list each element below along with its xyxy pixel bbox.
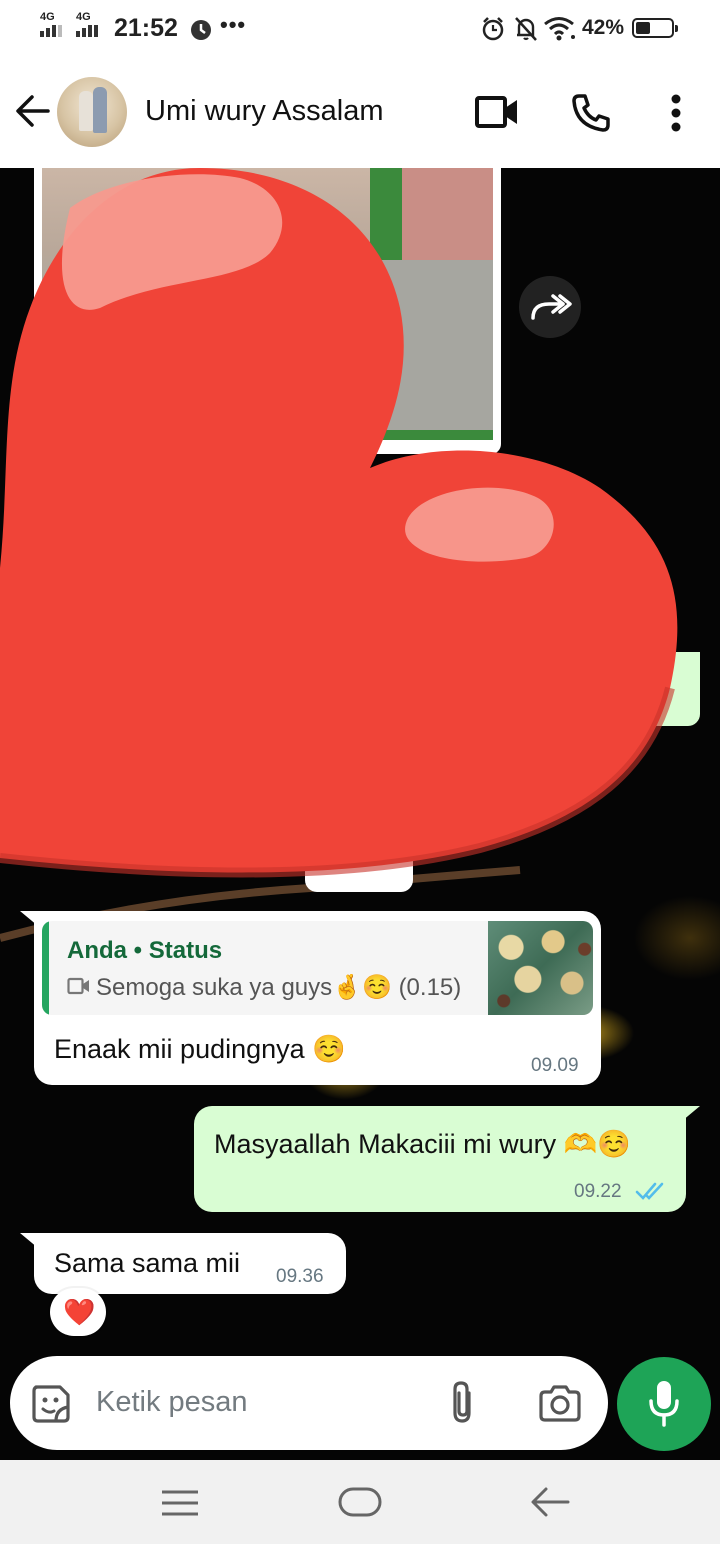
more-notifications-icon: ••• xyxy=(220,12,247,37)
system-navigation-bar xyxy=(0,1460,720,1544)
battery-level-fill xyxy=(636,22,650,34)
message-time: 09.36 xyxy=(276,1266,324,1287)
read-ticks-icon xyxy=(635,1182,664,1200)
status-thumbnail xyxy=(488,921,593,1015)
clock: 21:52 xyxy=(114,14,178,42)
signal-icon-1 xyxy=(40,25,62,37)
attach-icon[interactable] xyxy=(447,1379,479,1427)
voice-call-icon[interactable] xyxy=(570,92,612,134)
battery-percent: 42% xyxy=(582,16,625,39)
recent-apps-icon[interactable] xyxy=(160,1488,200,1518)
battery-icon xyxy=(632,18,678,38)
heart-animation xyxy=(0,168,678,878)
mute-bell-icon xyxy=(515,17,537,41)
heart-reaction-emoji: ❤️ xyxy=(63,1297,96,1327)
network-type-1: 4G xyxy=(40,11,55,23)
chat-area[interactable]: Anda • Status Semoga suka ya guys🤞☺️ (0.… xyxy=(0,168,720,1460)
alarm-icon xyxy=(482,17,504,41)
message-text: Masyaallah Makaciii mi wury 🫶☺️ xyxy=(214,1129,631,1159)
network-type-2: 4G xyxy=(76,11,91,23)
contact-name[interactable]: Umi wury Assalam xyxy=(145,95,384,128)
quoted-status[interactable]: Anda • Status Semoga suka ya guys🤞☺️ (0.… xyxy=(42,921,593,1015)
back-arrow-icon[interactable] xyxy=(14,92,52,130)
message-input[interactable]: Ketik pesan xyxy=(96,1386,248,1419)
message-reaction[interactable]: ❤️ xyxy=(50,1288,106,1336)
back-nav-icon[interactable] xyxy=(530,1486,570,1518)
more-options-icon[interactable] xyxy=(666,92,686,134)
message-time: 09.22 xyxy=(574,1181,622,1202)
incoming-message-2[interactable]: Sama sama mii 09.36 xyxy=(34,1233,346,1294)
message-input-bar[interactable]: Ketik pesan xyxy=(10,1356,608,1450)
data-saver-icon xyxy=(191,20,211,40)
video-icon xyxy=(67,977,89,995)
microphone-icon xyxy=(649,1381,679,1427)
wifi-icon xyxy=(544,17,575,41)
outgoing-message-1[interactable]: Masyaallah Makaciii mi wury 🫶☺️ 09.22 xyxy=(194,1106,686,1212)
voice-message-button[interactable] xyxy=(617,1357,711,1451)
video-call-icon[interactable] xyxy=(474,92,520,132)
camera-icon[interactable] xyxy=(537,1384,583,1424)
signal-icon-2 xyxy=(76,25,98,37)
contact-avatar[interactable] xyxy=(57,77,127,147)
chat-header: Umi wury Assalam xyxy=(0,58,720,168)
message-text: Sama sama mii xyxy=(54,1248,241,1278)
sticker-icon[interactable] xyxy=(30,1383,72,1425)
quote-title: Anda • Status xyxy=(67,937,223,964)
message-text: Enaak mii pudingnya ☺️ xyxy=(54,1034,346,1064)
message-time: 09.09 xyxy=(531,1055,579,1076)
status-bar: 4G 4G 21:52 ••• 42% xyxy=(0,0,720,58)
home-icon[interactable] xyxy=(338,1486,382,1518)
incoming-message-1[interactable]: Anda • Status Semoga suka ya guys🤞☺️ (0.… xyxy=(34,911,601,1085)
quote-text: Semoga suka ya guys🤞☺️ (0.15) xyxy=(96,974,462,1001)
